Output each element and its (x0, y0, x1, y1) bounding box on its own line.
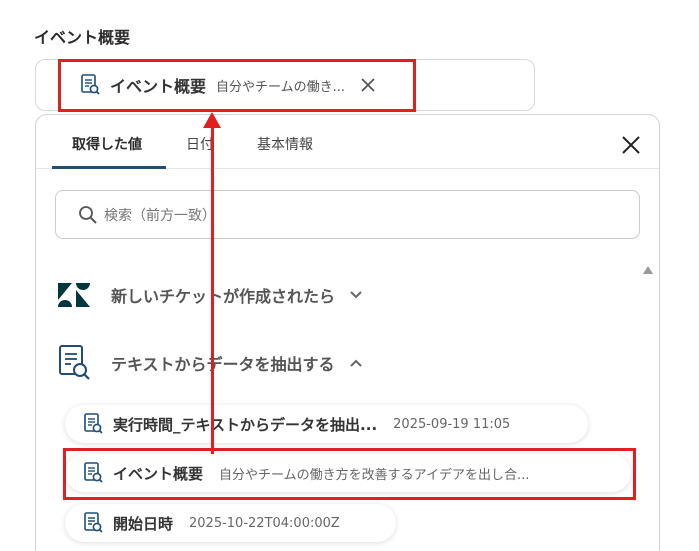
item-title: 実行時間_テキストからデータを抽出... (113, 415, 378, 434)
section-extract-data[interactable]: テキストからデータを抽出する (57, 344, 363, 382)
annotation-highlight-item (63, 448, 636, 500)
document-search-icon (84, 512, 103, 533)
item-title: 開始日時 (113, 514, 174, 533)
document-search-icon (84, 413, 103, 434)
scroll-up-icon[interactable] (643, 266, 653, 274)
active-tab-indicator (52, 166, 166, 169)
value-item-exec-time[interactable]: 実行時間_テキストからデータを抽出... 2025-09-19 11:05 (65, 405, 588, 443)
item-value: 2025-10-22T04:00:00Z (189, 515, 340, 531)
section-label: 新しいチケットが作成されたら (111, 287, 336, 306)
chevron-down-icon (350, 291, 362, 299)
item-value: 2025-09-19 11:05 (393, 416, 511, 432)
annotation-arrow-head (203, 112, 221, 128)
annotation-highlight-selected (58, 59, 416, 112)
section-label: テキストからデータを抽出する (111, 355, 335, 374)
tab-basic-info[interactable]: 基本情報 (257, 134, 313, 154)
zendesk-logo-icon (58, 283, 90, 307)
section-new-ticket[interactable]: 新しいチケットが作成されたら (57, 282, 363, 308)
tab-retrieved-values[interactable]: 取得した値 (72, 134, 142, 154)
field-label: イベント概要 (34, 28, 131, 47)
value-item-start-time[interactable]: 開始日時 2025-10-22T04:00:00Z (65, 504, 396, 542)
search-icon (79, 205, 97, 224)
tab-bar: 取得した値 日付 基本情報 (36, 115, 659, 169)
tab-date[interactable]: 日付 (186, 134, 214, 154)
search-placeholder: 検索（前方一致） (104, 207, 216, 224)
document-search-icon (59, 345, 90, 380)
close-icon[interactable] (621, 135, 641, 155)
chevron-up-icon (349, 359, 362, 367)
annotation-arrow-line (211, 124, 214, 454)
search-input[interactable]: 検索（前方一致） (55, 190, 640, 239)
